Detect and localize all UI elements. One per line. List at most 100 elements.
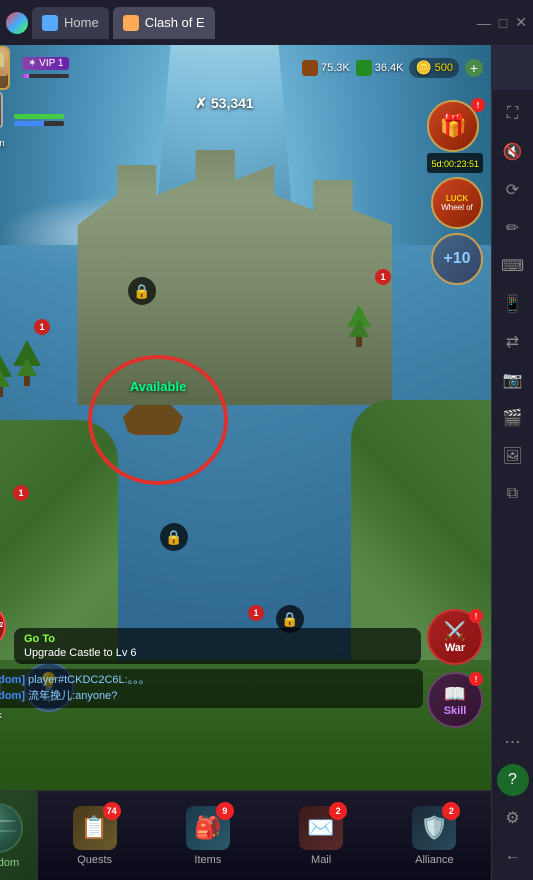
quests-nav-item[interactable]: 📋 74 Quests xyxy=(62,806,127,866)
gallery-icon: 🖼 xyxy=(502,446,522,466)
quests-icon-symbol: 📋 xyxy=(81,815,108,841)
kingdom-label: Kingdom xyxy=(0,857,19,869)
phone-button[interactable]: 📱 xyxy=(497,288,529,320)
tree-3 xyxy=(13,340,41,386)
add-gold-button[interactable]: + xyxy=(465,59,483,77)
wood-resource: 75.3K xyxy=(302,60,350,76)
chat-line-1: [Kingdom] player#tCKDC2C6L:。。。 xyxy=(0,673,415,688)
home-tab-icon xyxy=(42,15,58,31)
lock-icon-2: 🔒 xyxy=(160,523,188,551)
more-icon: ⋯ xyxy=(505,732,521,752)
tab-home-label: Home xyxy=(64,15,99,30)
war-button[interactable]: ⚔️ War ! xyxy=(427,609,483,665)
gift-emoji: 🎁 xyxy=(440,113,467,139)
tab-game[interactable]: Clash of E xyxy=(113,7,215,39)
daily-task-label: Daily-Task xyxy=(0,710,2,720)
fullscreen-button[interactable]: ⛶ xyxy=(497,98,529,130)
chat-kingdom-1: [Kingdom] xyxy=(0,674,25,686)
more-button[interactable]: ⋯ xyxy=(497,726,529,758)
workmen-section[interactable]: 15/0/15 Workmen xyxy=(0,92,4,148)
nav-items: 📋 74 Quests 🎒 9 Items xyxy=(38,791,491,880)
second-hud-row: 15/0/15 Workmen xyxy=(0,92,64,148)
gift-timer-text: 5d:00:23:51 xyxy=(431,159,479,169)
keyboard-icon: ⌨ xyxy=(501,256,524,276)
plus10-btn[interactable]: +10 xyxy=(431,233,483,285)
bluestacks-shell: Home Clash of E — □ ✕ xyxy=(0,0,533,880)
workmen-label: Workmen xyxy=(0,138,4,148)
items-icon-symbol: 🎒 xyxy=(194,815,221,841)
mail-badge: 2 xyxy=(329,802,347,820)
main-area: 🔒 🔒 🔒 1 1 1 1 Available 7 xyxy=(0,45,533,880)
gift-timer: 5d:00:23:51 xyxy=(427,153,483,173)
back-button[interactable]: ← xyxy=(497,840,529,872)
alliance-label: Alliance xyxy=(415,854,454,866)
food-amount: 36.4K xyxy=(375,62,404,74)
camera-icon: 📷 xyxy=(503,370,523,390)
wood-icon xyxy=(302,60,318,76)
hp-bar-1 xyxy=(14,114,64,119)
mail-nav-item[interactable]: ✉️ 2 Mail xyxy=(289,806,354,866)
phone-icon: 📱 xyxy=(503,294,523,314)
vip-power-section: ✶ VIP 1 xyxy=(22,57,69,78)
goto-bar[interactable]: Go To Upgrade Castle to Lv 6 xyxy=(14,628,421,664)
power-text: ✗ 53,341 xyxy=(195,95,253,111)
maximize-button[interactable]: □ xyxy=(499,15,507,31)
tab-game-label: Clash of E xyxy=(145,15,205,30)
alliance-nav-item[interactable]: 🛡️ 2 Alliance xyxy=(402,806,467,866)
skill-label: Skill xyxy=(444,705,467,717)
camera-switch-button[interactable]: ⇄ xyxy=(497,326,529,358)
volume-button[interactable]: 🔇 xyxy=(497,136,529,168)
luck-icon: LUCK Wheel of xyxy=(431,177,483,229)
flag-badge-3: 1 xyxy=(13,485,29,501)
war-label: War xyxy=(445,642,465,654)
vip-label: ✶ VIP 1 xyxy=(22,57,69,70)
avatar-hair xyxy=(0,52,4,67)
quests-label: Quests xyxy=(77,854,112,866)
gift-notification: ! xyxy=(471,98,485,112)
chat-line-2: [Kingdom] 流年挽儿:anyone? xyxy=(0,689,415,704)
skill-button[interactable]: 📖 Skill ! xyxy=(427,672,483,728)
volume-icon: 🔇 xyxy=(503,142,523,162)
plus10-icon: +10 xyxy=(431,233,483,285)
hud-top: 7 ✶ VIP 1 75.3K 36.4K xyxy=(0,45,491,90)
flag-badge-2: 1 xyxy=(34,319,50,335)
war-notification: ! xyxy=(469,609,483,623)
player-avatar[interactable]: 7 xyxy=(0,46,10,90)
quests-badge: 74 xyxy=(103,802,121,820)
gift-timer-btn[interactable]: 🎁 ! 5d:00:23:51 xyxy=(427,100,483,173)
multi-button[interactable]: ⧉ xyxy=(497,478,529,510)
camera-button[interactable]: 📷 xyxy=(497,364,529,396)
minimize-button[interactable]: — xyxy=(477,15,491,31)
tab-home[interactable]: Home xyxy=(32,7,109,39)
alliance-icon: 🛡️ 2 xyxy=(412,806,456,850)
available-text: Available xyxy=(130,379,187,394)
items-nav-item[interactable]: 🎒 9 Items xyxy=(175,806,240,866)
bottom-timer-section: 6d:21:47:22 ! xyxy=(0,604,6,662)
game-viewport: 🔒 🔒 🔒 1 1 1 1 Available 7 xyxy=(0,45,491,880)
hp-bars xyxy=(14,114,64,126)
lock-icon-1: 🔒 xyxy=(128,277,156,305)
keyboard-button[interactable]: ⌨ xyxy=(497,250,529,282)
flag-badge-4: 1 xyxy=(248,605,264,621)
gallery-button[interactable]: 🖼 xyxy=(497,440,529,472)
edit-button[interactable]: ✏ xyxy=(497,212,529,244)
settings-button[interactable]: ⚙ xyxy=(497,802,529,834)
kingdom-globe xyxy=(0,803,23,853)
bottom-nav: Kingdom 📋 74 Quests 🎒 xyxy=(0,790,491,880)
food-resource: 36.4K xyxy=(356,60,404,76)
war-icon: ⚔️ xyxy=(444,621,466,642)
kingdom-button[interactable]: Kingdom xyxy=(0,791,38,880)
countdown-time: 6d:21:47:22 xyxy=(0,622,3,630)
help-button[interactable]: ? xyxy=(497,764,529,796)
right-toolbar: ⛶ 🔇 ⟳ ✏ ⌨ 📱 ⇄ 📷 🎬 xyxy=(491,90,533,880)
skill-icon: 📖 xyxy=(444,684,466,705)
camera-switch-icon: ⇄ xyxy=(506,332,519,352)
rotate-button[interactable]: ⟳ xyxy=(497,174,529,206)
luck-wheel-btn[interactable]: LUCK Wheel of xyxy=(431,177,483,229)
window-controls: — □ ✕ xyxy=(477,14,527,31)
close-button[interactable]: ✕ xyxy=(515,14,527,31)
ship[interactable] xyxy=(123,405,183,435)
video-button[interactable]: 🎬 xyxy=(497,402,529,434)
mail-icon-symbol: ✉️ xyxy=(307,815,334,841)
alliance-icon-symbol: 🛡️ xyxy=(421,815,448,841)
